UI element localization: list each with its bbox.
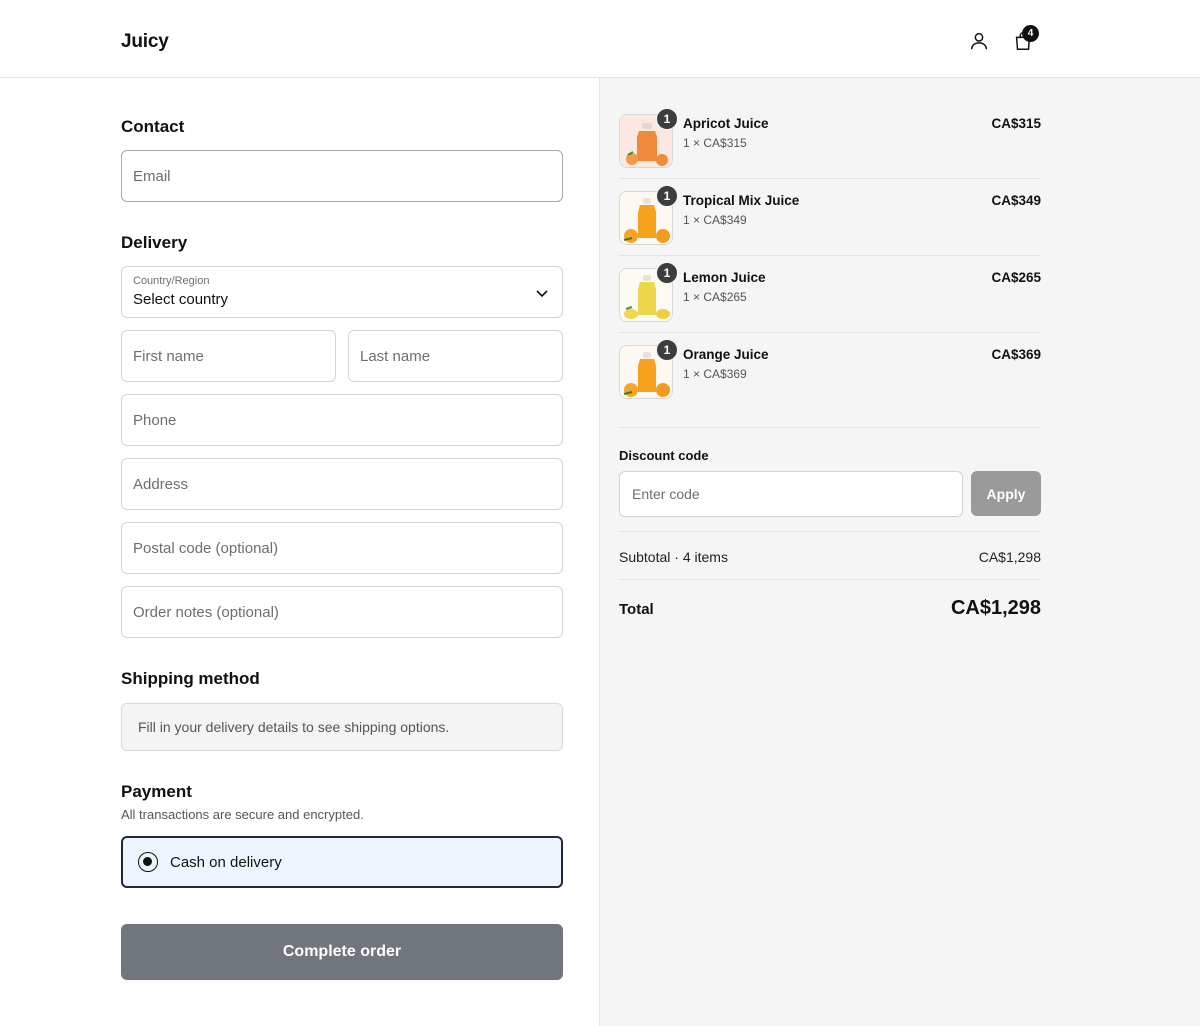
- list-item: 1 Apricot Juice 1 × CA$315 CA$315: [619, 78, 1041, 168]
- product-unit-price: 1 × CA$265: [683, 290, 747, 304]
- order-notes-field[interactable]: [121, 586, 563, 638]
- account-icon[interactable]: [966, 28, 992, 54]
- list-item: 1 Orange Juice 1 × CA$369 CA$369: [619, 309, 1041, 399]
- subtotal-label: Subtotal · 4 items: [619, 549, 728, 565]
- cart-count-badge: 4: [1022, 25, 1039, 42]
- postal-code-field[interactable]: [121, 522, 563, 574]
- phone-field[interactable]: [121, 394, 563, 446]
- chevron-down-icon: [536, 290, 548, 298]
- email-input[interactable]: [122, 151, 562, 201]
- list-item: 1 Lemon Juice 1 × CA$265 CA$265: [619, 232, 1041, 322]
- last-name-input[interactable]: [349, 331, 562, 381]
- product-unit-price: 1 × CA$349: [683, 213, 747, 227]
- discount-label: Discount code: [619, 448, 709, 463]
- radio-selected-icon[interactable]: [138, 852, 158, 872]
- quantity-badge: 1: [656, 185, 678, 207]
- product-price: CA$315: [991, 116, 1041, 131]
- product-name: Orange Juice: [683, 347, 769, 362]
- discount-divider: [619, 531, 1041, 532]
- product-unit-price: 1 × CA$315: [683, 136, 747, 150]
- items-divider: [619, 427, 1041, 428]
- country-value: Select country: [133, 291, 229, 308]
- order-notes-input[interactable]: [122, 587, 562, 637]
- product-name: Lemon Juice: [683, 270, 766, 285]
- total-label: Total: [619, 601, 654, 618]
- product-unit-price: 1 × CA$369: [683, 367, 747, 381]
- quantity-badge: 1: [656, 339, 678, 361]
- postal-code-input[interactable]: [122, 523, 562, 573]
- product-price: CA$369: [991, 347, 1041, 362]
- payment-option-label: Cash on delivery: [170, 854, 282, 871]
- country-label: Country/Region: [133, 275, 210, 287]
- payment-subtitle: All transactions are secure and encrypte…: [121, 807, 364, 822]
- subtotal-value: CA$1,298: [978, 549, 1041, 565]
- quantity-badge: 1: [656, 262, 678, 284]
- first-name-field[interactable]: [121, 330, 336, 382]
- email-field[interactable]: [121, 150, 563, 202]
- site-header: Juicy 4: [0, 0, 1200, 78]
- address-input[interactable]: [122, 459, 562, 509]
- discount-code-field[interactable]: [619, 471, 963, 517]
- complete-order-button[interactable]: Complete order: [121, 924, 563, 980]
- product-price: CA$349: [991, 193, 1041, 208]
- cash-on-delivery-option[interactable]: Cash on delivery: [121, 836, 563, 888]
- subtotal-divider: [619, 579, 1041, 580]
- payment-title: Payment: [121, 782, 192, 801]
- total-value: CA$1,298: [950, 597, 1041, 619]
- quantity-badge: 1: [656, 108, 678, 130]
- apply-discount-button[interactable]: Apply: [971, 471, 1041, 516]
- contact-title: Contact: [121, 117, 185, 136]
- shipping-notice: Fill in your delivery details to see shi…: [121, 703, 563, 751]
- phone-input[interactable]: [122, 395, 562, 445]
- first-name-input[interactable]: [122, 331, 335, 381]
- list-item: 1 Tropical Mix Juice 1 × CA$349 CA$349: [619, 155, 1041, 245]
- shipping-title: Shipping method: [121, 669, 260, 688]
- last-name-field[interactable]: [348, 330, 563, 382]
- address-field[interactable]: [121, 458, 563, 510]
- brand-logo[interactable]: Juicy: [121, 31, 169, 53]
- country-select[interactable]: Country/Region Select country: [121, 266, 563, 318]
- product-price: CA$265: [991, 270, 1041, 285]
- product-name: Apricot Juice: [683, 116, 769, 131]
- discount-code-input[interactable]: [620, 472, 962, 516]
- product-name: Tropical Mix Juice: [683, 193, 800, 208]
- delivery-title: Delivery: [121, 233, 188, 252]
